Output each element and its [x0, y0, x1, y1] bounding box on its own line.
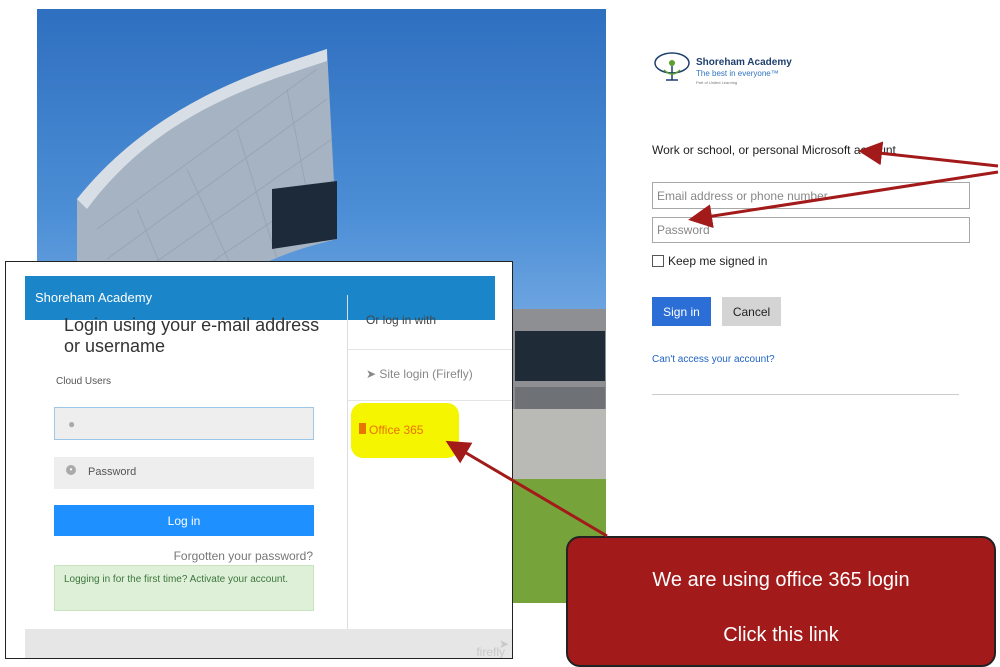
- arrow-to-password: [688, 170, 999, 229]
- arrow-to-account-label: [858, 141, 999, 168]
- arrow-to-office365: [445, 440, 608, 538]
- annotation-arrows: [445, 141, 999, 538]
